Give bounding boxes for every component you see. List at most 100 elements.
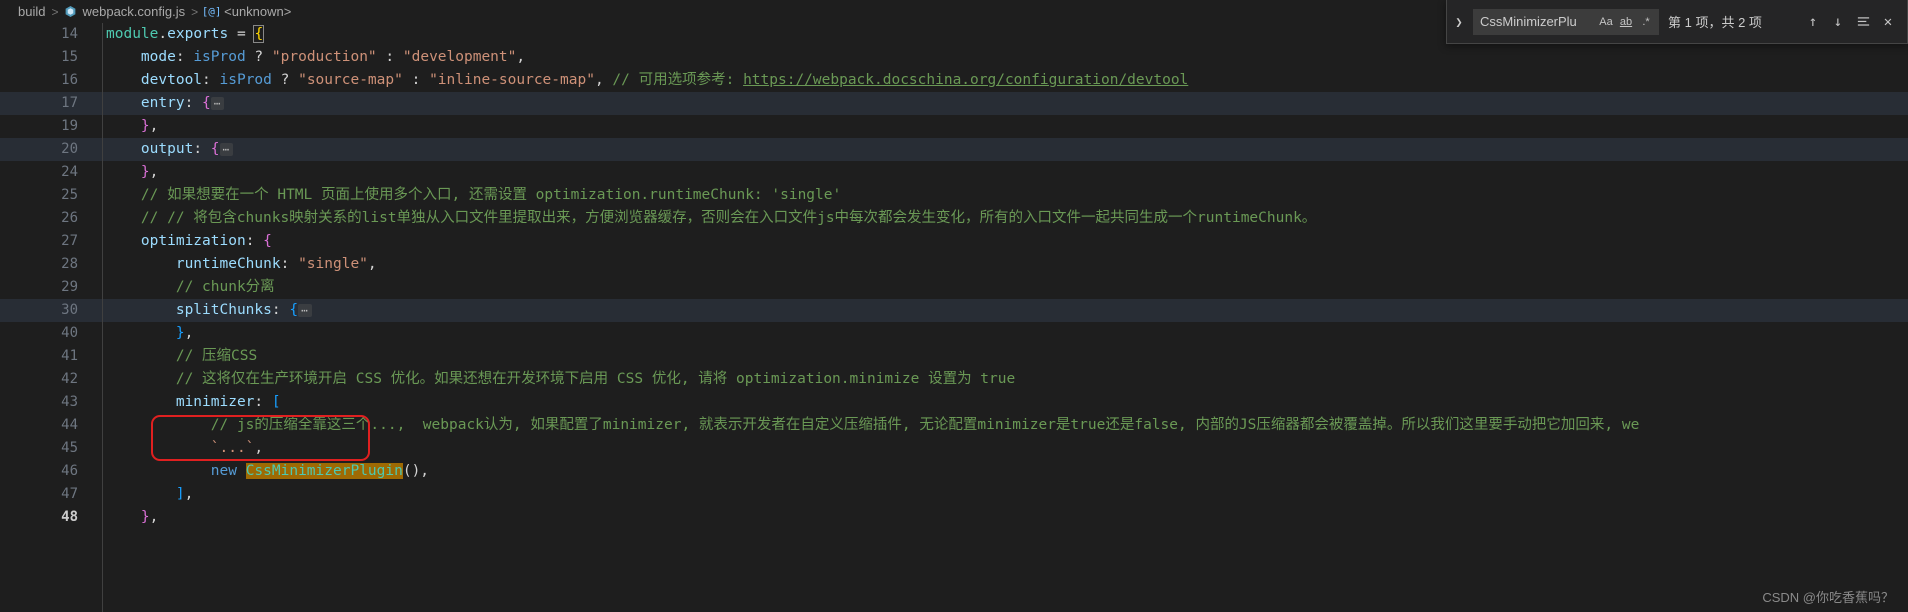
code-token: } [140, 509, 150, 525]
regex-icon[interactable]: .* [1636, 12, 1656, 32]
code-content[interactable]: module.exports = { mode: isProd ? "produ… [88, 23, 1908, 612]
code-line-43[interactable]: minimizer: [ [88, 391, 1908, 414]
code-line-44[interactable]: // js的压缩全靠这三个..., webpack认为, 如果配置了minimi… [88, 414, 1908, 437]
whole-word-icon[interactable]: ab [1616, 12, 1636, 32]
code-token: } [140, 118, 150, 134]
code-token: : [402, 72, 430, 88]
line-number-47[interactable]: 47 [0, 483, 88, 506]
breadcrumb-folder-label: build [18, 4, 46, 19]
code-line-41[interactable]: // 压缩CSS [88, 345, 1908, 368]
line-number-29[interactable]: 29 [0, 276, 88, 299]
code-line-15[interactable]: mode: isProd ? "production" : "developme… [88, 46, 1908, 69]
breadcrumb-item-symbol[interactable]: [@] <unknown> [202, 4, 292, 19]
code-token: : [280, 256, 299, 272]
line-number-28[interactable]: 28 [0, 253, 88, 276]
line-number-14[interactable]: 14 [0, 23, 88, 46]
code-token: : [271, 302, 290, 318]
code-line-42[interactable]: // 这将仅在生产环境开启 CSS 优化。如果还想在开发环境下启用 CSS 优化… [88, 368, 1908, 391]
code-line-30[interactable]: splitChunks: {⋯ [88, 299, 1908, 322]
code-token: "source-map" [298, 72, 403, 88]
line-number-42[interactable]: 42 [0, 368, 88, 391]
code-token: : [175, 49, 194, 65]
code-token: mode [140, 49, 176, 65]
close-icon[interactable]: ✕ [1877, 11, 1899, 33]
match-case-icon[interactable]: Aa [1596, 12, 1616, 32]
line-number-43[interactable]: 43 [0, 391, 88, 414]
code-token: , [367, 256, 377, 272]
line-number-48[interactable]: 48 [0, 506, 88, 529]
match-count-label: 第 1 项，共 2 项 [1668, 15, 1762, 30]
search-input[interactable] [1480, 14, 1596, 29]
code-token: } [175, 325, 185, 341]
code-token: : [193, 141, 211, 157]
line-number-30[interactable]: 30❯ [0, 299, 97, 322]
find-widget[interactable]: ❯ Aa ab .* 第 1 项，共 2 项 ↑ ↓ ✕ [1446, 0, 1908, 44]
watermark-text: CSDN @你吃香蕉吗？ [1762, 590, 1894, 605]
line-number-17[interactable]: 17❯ [0, 92, 97, 115]
code-line-47[interactable]: ], [88, 483, 1908, 506]
code-line-20[interactable]: output: {⋯ [88, 138, 1908, 161]
line-number-26[interactable]: 26 [0, 207, 88, 230]
line-number-40[interactable]: 40 [0, 322, 88, 345]
code-editor[interactable]: 14151617❯1920❯24252627282930❯40414243444… [0, 23, 1908, 612]
breadcrumb-symbol-label: <unknown> [224, 4, 292, 19]
line-number-45[interactable]: 45 [0, 437, 88, 460]
line-number-46[interactable]: 46 [0, 460, 88, 483]
code-token: , [254, 440, 264, 456]
code-token: // chunk分离 [175, 279, 275, 295]
code-token: [ [271, 394, 281, 410]
line-number-25[interactable]: 25 [0, 184, 88, 207]
code-token: runtimeChunk [175, 256, 281, 272]
code-line-17[interactable]: entry: {⋯ [88, 92, 1908, 115]
code-token: ⋯ [298, 304, 312, 317]
code-line-29[interactable]: // chunk分离 [88, 276, 1908, 299]
code-token: webpack认为, 如果配置了minimizer, 就表示开发者在自定义压缩插… [405, 417, 1640, 433]
line-number-20[interactable]: 20❯ [0, 138, 97, 161]
code-line-26[interactable]: // // 将包含chunks映射关系的list单独从入口文件里提取出来，方便浏… [88, 207, 1908, 230]
code-line-24[interactable]: }, [88, 161, 1908, 184]
find-input-container[interactable]: Aa ab .* [1473, 8, 1659, 35]
line-number-24[interactable]: 24 [0, 161, 88, 184]
code-token: { [202, 95, 211, 111]
code-token: // 压缩CSS [175, 348, 258, 364]
toggle-replace-chevron-right-icon[interactable]: ❯ [1449, 0, 1469, 43]
line-number-16[interactable]: 16 [0, 69, 88, 92]
code-line-28[interactable]: runtimeChunk: "single", [88, 253, 1908, 276]
line-number-44[interactable]: 44 [0, 414, 88, 437]
code-token: , [184, 486, 194, 502]
code-line-19[interactable]: }, [88, 115, 1908, 138]
find-in-selection-icon[interactable] [1852, 11, 1874, 33]
line-number-15[interactable]: 15 [0, 46, 88, 69]
next-match-arrow-down-icon[interactable]: ↓ [1827, 11, 1849, 33]
code-token: "single" [298, 256, 368, 272]
code-line-48[interactable]: }, [88, 506, 1908, 529]
code-token: ⋯ [210, 97, 225, 110]
line-number-19[interactable]: 19 [0, 115, 88, 138]
code-token: { [253, 25, 265, 43]
code-token: ? [271, 72, 299, 88]
code-token: new [210, 463, 237, 479]
previous-match-arrow-up-icon[interactable]: ↑ [1802, 11, 1824, 33]
code-token: CssMinimizerPlugin [245, 463, 403, 479]
code-line-46[interactable]: new CssMinimizerPlugin(), [88, 460, 1908, 483]
breadcrumb-item-file[interactable]: webpack.config.js [64, 4, 185, 19]
code-token: https://webpack.docschina.org/configurat… [743, 72, 1189, 88]
code-token: "inline-source-map" [429, 72, 595, 88]
line-number-27[interactable]: 27 [0, 230, 88, 253]
code-line-25[interactable]: // 如果想要在一个 HTML 页面上使用多个入口, 还需设置 optimiza… [88, 184, 1908, 207]
code-line-40[interactable]: }, [88, 322, 1908, 345]
code-line-45[interactable]: `...`, [88, 437, 1908, 460]
breadcrumb-item-folder[interactable]: build [18, 4, 45, 19]
line-number-41[interactable]: 41 [0, 345, 88, 368]
code-line-16[interactable]: devtool: isProd ? "source-map" : "inline… [88, 69, 1908, 92]
code-line-27[interactable]: optimization: { [88, 230, 1908, 253]
code-token: // 可用选项参考: [612, 72, 744, 88]
